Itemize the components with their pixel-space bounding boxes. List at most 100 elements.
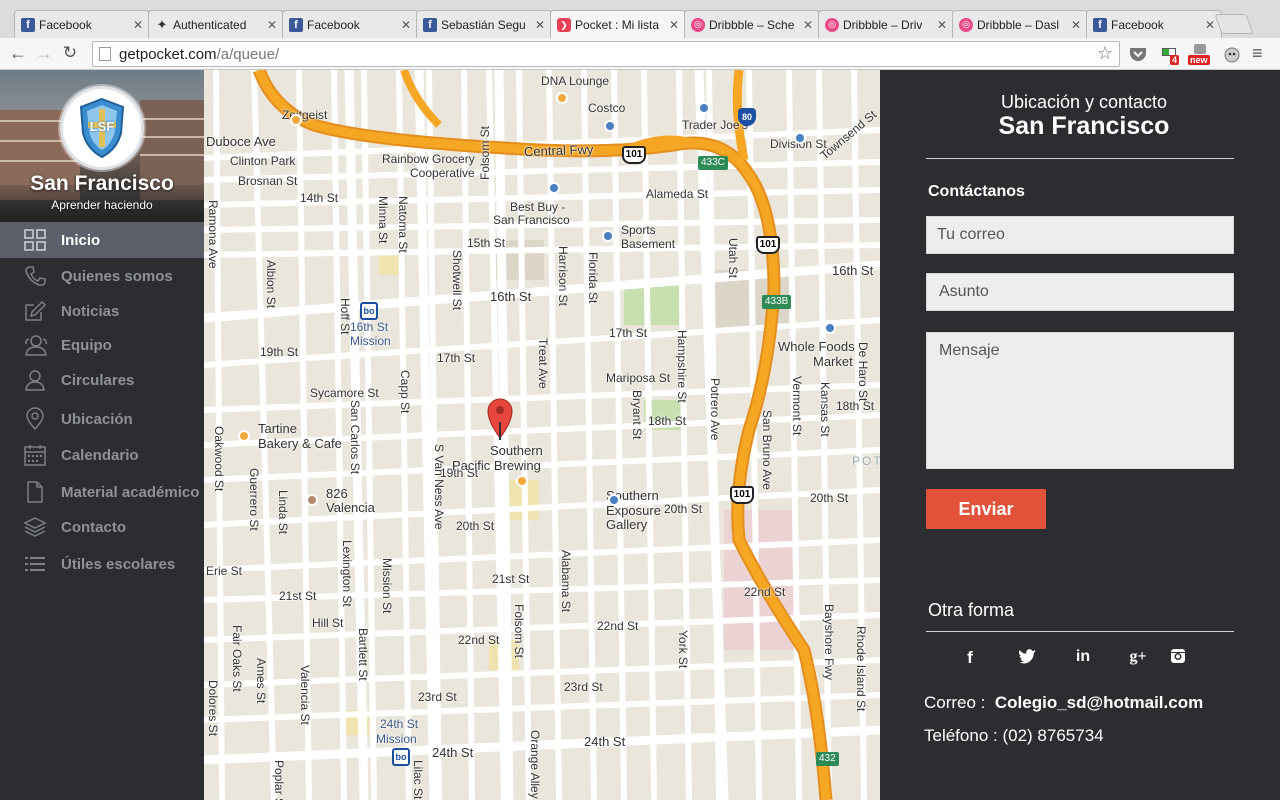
sidebar-item-quienes-somos[interactable]: Quienes somos: [0, 258, 204, 294]
map-label: Gallery: [606, 517, 648, 532]
twitter-icon[interactable]: [1015, 648, 1039, 668]
sidebar-item-utiles-escolares[interactable]: Útiles escolares: [0, 546, 204, 582]
send-button[interactable]: Enviar: [926, 489, 1046, 529]
browser-tab[interactable]: ◎ Dribbble – Dasl ✕: [952, 10, 1088, 38]
tab-title: Sebastián Segu: [441, 17, 526, 32]
layers-icon: [22, 514, 48, 540]
map-label: Whole Foods: [778, 339, 855, 354]
sidebar-item-label: Contacto: [61, 518, 126, 536]
map-label: Minna St: [376, 196, 390, 244]
sidebar-item-ubicacion[interactable]: Ubicación: [0, 401, 204, 437]
sidebar-item-calendario[interactable]: Calendario: [0, 437, 204, 473]
browser-tab[interactable]: ◎ Dribbble – Sche ✕: [684, 10, 820, 38]
email-value[interactable]: Colegio_sd@hotmail.com: [995, 693, 1203, 712]
close-icon[interactable]: ✕: [667, 18, 679, 32]
extension-download-icon[interactable]: new: [1188, 44, 1214, 65]
instagram-icon[interactable]: [1166, 648, 1190, 668]
map-label: 22nd St: [458, 633, 500, 647]
phone-value: (02) 8765734: [1002, 726, 1104, 745]
sidebar-item-label: Inicio: [61, 231, 101, 249]
sidebar-item-label: Quienes somos: [61, 267, 173, 285]
reload-icon[interactable]: ↻: [60, 43, 80, 63]
facebook-icon: f: [289, 17, 303, 32]
address-bar[interactable]: getpocket.com/a/queue/ ☆: [92, 41, 1120, 67]
close-icon[interactable]: ✕: [399, 18, 411, 32]
address-bar-url[interactable]: getpocket.com/a/queue/: [119, 46, 279, 63]
exit-label: 432: [816, 752, 839, 766]
phone-icon: [22, 263, 48, 289]
close-icon[interactable]: ✕: [935, 18, 947, 32]
close-icon[interactable]: ✕: [131, 18, 143, 32]
browser-tab-active[interactable]: ❯ Pocket : Mi lista ✕: [550, 10, 686, 39]
sidebar-item-circulares[interactable]: Circulares: [0, 362, 204, 398]
extension-badge-count: 4: [1170, 55, 1180, 65]
bar-icon: [290, 114, 302, 126]
forward-arrow-icon[interactable]: →: [34, 43, 54, 63]
map-label: Valencia St: [298, 665, 312, 725]
interstate-shield: 80: [738, 108, 756, 126]
map-label: 22nd St: [744, 585, 786, 599]
map-label: Basement: [621, 237, 676, 251]
location-map[interactable]: Zeitgeist Duboce Ave Clinton Park Brosna…: [204, 70, 880, 800]
map-label: Cooperative: [410, 166, 475, 180]
browser-tab[interactable]: f Facebook ✕: [282, 10, 418, 38]
sidebar-item-noticias[interactable]: Noticias: [0, 293, 204, 329]
message-placeholder: Mensaje: [939, 342, 1000, 359]
map-label: 24th St: [584, 734, 626, 749]
message-textarea[interactable]: Mensaje: [926, 332, 1234, 469]
map-label: Oakwood St: [212, 426, 226, 492]
bookmark-star-icon[interactable]: ☆: [1097, 43, 1113, 64]
sidebar-item-contacto[interactable]: Contacto: [0, 509, 204, 545]
sidebar-item-label: Equipo: [61, 336, 112, 354]
school-logo: LSF: [60, 86, 144, 170]
sidebar-item-material-academico[interactable]: Material académico: [0, 474, 204, 510]
extension-face-icon[interactable]: [1222, 44, 1242, 64]
map-label: Brosnan St: [238, 174, 298, 188]
document-icon: [22, 479, 48, 505]
map-label: Bartlett St: [356, 628, 370, 681]
pocket-extension-icon[interactable]: [1128, 44, 1148, 64]
shopping-icon: [548, 182, 560, 194]
close-icon[interactable]: ✕: [533, 18, 545, 32]
map-label: De Haro St: [856, 342, 870, 402]
menu-icon[interactable]: ≡: [1252, 44, 1268, 64]
sidebar-item-label: Calendario: [61, 446, 139, 464]
group-icon: [22, 332, 48, 358]
sidebar-item-equipo[interactable]: Equipo: [0, 327, 204, 363]
google-plus-icon[interactable]: g+: [1126, 648, 1150, 668]
email-field[interactable]: Tu correo: [926, 216, 1234, 254]
extension-battery-icon[interactable]: 4: [1160, 44, 1182, 65]
map-label: S Van Ness Ave: [432, 444, 446, 530]
map-label: Lexington St: [340, 540, 354, 607]
map-label: York St: [676, 630, 690, 669]
highway-shield: 101: [756, 236, 780, 254]
close-icon[interactable]: ✕: [265, 18, 277, 32]
close-icon[interactable]: ✕: [1069, 18, 1081, 32]
map-label: Linda St: [276, 490, 290, 535]
back-arrow-icon[interactable]: ←: [8, 43, 28, 63]
map-label: Florida St: [586, 252, 600, 304]
map-label: Harrison St: [556, 246, 570, 307]
map-label: 15th St: [467, 236, 506, 250]
map-label: Sycamore St: [310, 386, 379, 400]
browser-tab[interactable]: ✦ Authenticated ✕: [148, 10, 284, 38]
browser-tab[interactable]: f Sebastián Segu ✕: [416, 10, 552, 38]
map-label: Natoma St: [396, 196, 410, 253]
facebook-icon[interactable]: f: [958, 648, 982, 668]
subject-field[interactable]: Asunto: [926, 273, 1234, 311]
tab-title: Dribbble – Driv: [843, 17, 923, 32]
new-tab-button[interactable]: [1214, 14, 1254, 34]
close-icon[interactable]: ✕: [801, 18, 813, 32]
map-label: Zeitgeist: [282, 108, 328, 122]
browser-tab[interactable]: f Facebook ✕: [1086, 10, 1222, 38]
close-icon[interactable]: ✕: [1203, 18, 1215, 32]
map-label: Fair Oaks St: [230, 625, 244, 692]
linkedin-icon[interactable]: in: [1071, 648, 1095, 668]
map-label: Southern: [490, 443, 543, 458]
sidebar-item-inicio[interactable]: Inicio: [0, 222, 204, 258]
tab-title: Authenticated: [173, 17, 247, 32]
browser-tab[interactable]: f Facebook ✕: [14, 10, 150, 38]
browser-tab[interactable]: ◎ Dribbble – Driv ✕: [818, 10, 954, 38]
tab-title: Facebook: [307, 17, 360, 32]
map-label: Orange Alley: [528, 730, 542, 799]
